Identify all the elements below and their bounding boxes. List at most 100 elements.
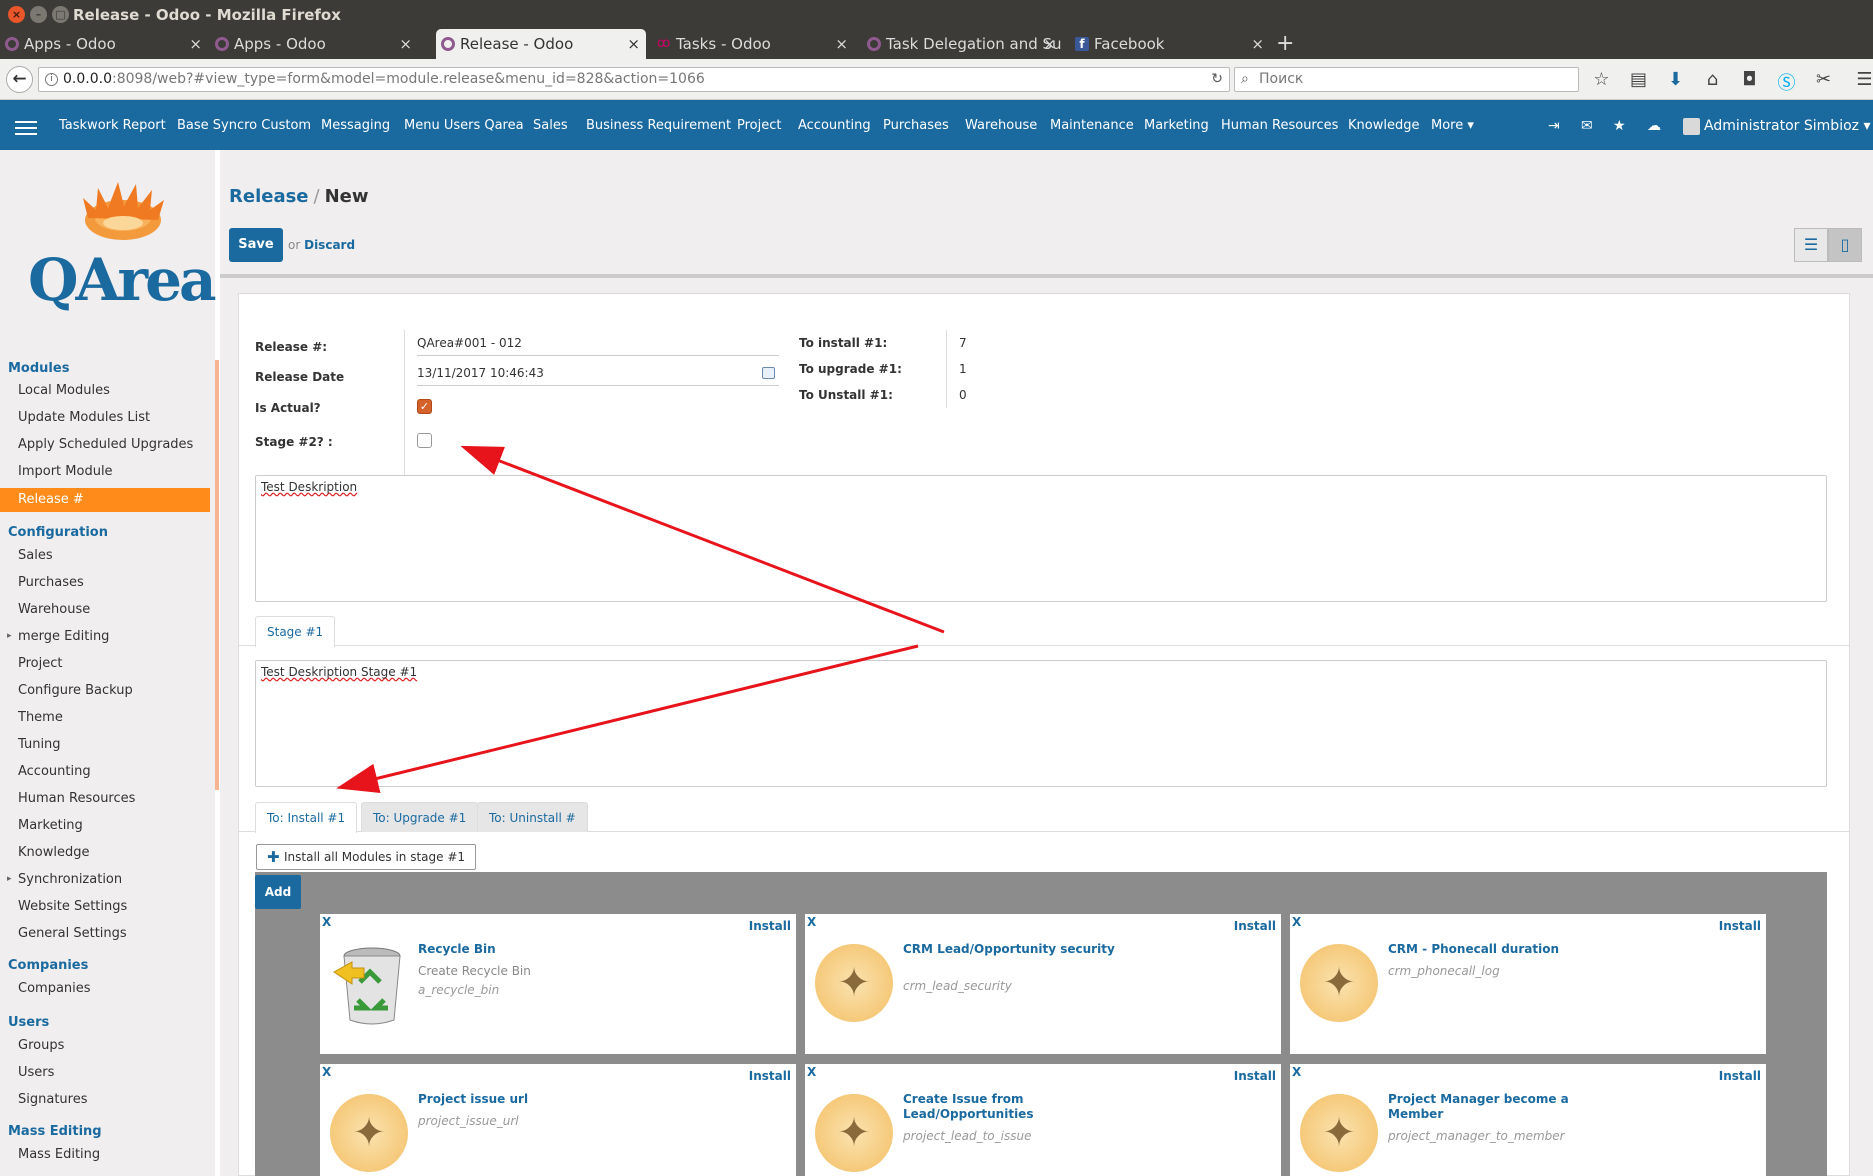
menu-project[interactable]: Project: [737, 100, 781, 152]
card-title[interactable]: Project issue url: [418, 1092, 638, 1107]
form-view-icon[interactable]: ▯: [1828, 228, 1862, 262]
module-card[interactable]: X Install CRM Lead/Opportunity security …: [805, 914, 1281, 1054]
menu-more[interactable]: More ▾: [1431, 100, 1474, 152]
menu-purchases[interactable]: Purchases: [883, 100, 949, 152]
save-button[interactable]: Save: [229, 228, 283, 262]
sidebar-item-companies[interactable]: Companies: [18, 981, 91, 996]
mail-icon[interactable]: ✉: [1581, 100, 1593, 152]
sidebar-item-apply-scheduled-upgrades[interactable]: Apply Scheduled Upgrades: [18, 437, 193, 452]
discard-button[interactable]: Discard: [304, 238, 355, 252]
menu-icon[interactable]: ☰: [1853, 69, 1873, 95]
remove-card-icon[interactable]: X: [1292, 915, 1301, 929]
sidebar-item-tuning[interactable]: Tuning: [18, 737, 61, 752]
add-button[interactable]: Add: [255, 875, 301, 909]
remove-card-icon[interactable]: X: [807, 915, 816, 929]
install-all-modules-button[interactable]: ✚ Install all Modules in stage #1: [256, 844, 477, 870]
module-card[interactable]: X Install CRM - Phonecall duration crm_p…: [1290, 914, 1766, 1054]
tab-close-icon[interactable]: ×: [627, 29, 640, 59]
tab-to-install[interactable]: To: Install #1: [255, 802, 358, 833]
window-maximize-button[interactable]: □: [52, 6, 69, 23]
stage2-checkbox[interactable]: [417, 433, 432, 448]
sidebar-item-general-settings[interactable]: General Settings: [18, 926, 127, 941]
menu-human-resources[interactable]: Human Resources: [1221, 100, 1338, 152]
menu-messaging[interactable]: Messaging: [321, 100, 390, 152]
download-icon[interactable]: ⬇: [1664, 69, 1687, 95]
menu-warehouse[interactable]: Warehouse: [965, 100, 1037, 152]
search-input[interactable]: ⌕ Поиск: [1234, 67, 1579, 92]
is-actual-checkbox[interactable]: ✓: [417, 399, 432, 414]
sidebar-item-theme[interactable]: Theme: [18, 710, 63, 725]
apps-menu-icon[interactable]: [15, 121, 37, 139]
tab-to-uninstall[interactable]: To: Uninstall #: [477, 802, 588, 832]
reload-icon[interactable]: ↻: [1211, 68, 1223, 91]
tab-close-icon[interactable]: ×: [1251, 29, 1264, 59]
back-arrow-icon[interactable]: ←: [6, 66, 33, 93]
sidebar-item-mass-editing[interactable]: Mass Editing: [18, 1147, 100, 1162]
module-card[interactable]: X Install Recycle Bin Create Recycle Bin…: [320, 914, 796, 1054]
sidebar-item-signatures[interactable]: Signatures: [18, 1092, 88, 1107]
install-link[interactable]: Install: [1234, 1069, 1276, 1083]
stage-description-textarea[interactable]: Test Deskription Stage #1: [255, 660, 1827, 787]
release-number-field[interactable]: QArea#001 - 012: [417, 332, 779, 356]
sidebar-item-website-settings[interactable]: Website Settings: [18, 899, 127, 914]
pocket-icon[interactable]: ◘: [1738, 69, 1761, 95]
breadcrumb-release-link[interactable]: Release: [229, 186, 309, 207]
sidebar-item-accounting[interactable]: Accounting: [18, 764, 91, 779]
tab-close-icon[interactable]: ×: [399, 29, 412, 59]
card-title[interactable]: CRM - Phonecall duration: [1388, 942, 1608, 957]
remove-card-icon[interactable]: X: [322, 1065, 331, 1079]
install-link[interactable]: Install: [749, 919, 791, 933]
sidebar-item-synchronization[interactable]: Synchronization: [7, 872, 122, 887]
sidebar-item-sales[interactable]: Sales: [18, 548, 53, 563]
sidebar-scrollbar[interactable]: [215, 360, 219, 790]
menu-business-requirement[interactable]: Business Requirement: [586, 100, 731, 152]
window-minimize-button[interactable]: –: [30, 6, 47, 23]
browser-tab-apps-1[interactable]: Apps - Odoo ×: [0, 29, 208, 59]
url-bar[interactable]: i 0.0.0.0:8098/web?#view_type=form&model…: [38, 67, 1230, 92]
sidebar-item-configure-backup[interactable]: Configure Backup: [18, 683, 133, 698]
sidebar-item-import-module[interactable]: Import Module: [18, 464, 113, 479]
menu-sales[interactable]: Sales: [533, 100, 568, 152]
chat-icon[interactable]: ☁: [1647, 100, 1661, 152]
card-title[interactable]: Create Issue from Lead/Opportunities: [903, 1092, 1123, 1122]
user-menu[interactable]: Administrator Simbioz ▾: [1683, 100, 1870, 152]
tab-to-upgrade[interactable]: To: Upgrade #1: [361, 802, 479, 832]
browser-tab-release[interactable]: Release - Odoo ×: [436, 29, 646, 59]
card-title[interactable]: Project Manager become a Member: [1388, 1092, 1608, 1122]
install-link[interactable]: Install: [1234, 919, 1276, 933]
card-title[interactable]: Recycle Bin: [418, 942, 638, 957]
info-icon[interactable]: i: [45, 73, 58, 86]
sidebar-item-local-modules[interactable]: Local Modules: [18, 383, 110, 398]
menu-knowledge[interactable]: Knowledge: [1348, 100, 1419, 152]
remove-card-icon[interactable]: X: [322, 915, 331, 929]
menu-maintenance[interactable]: Maintenance: [1050, 100, 1134, 152]
menu-base-syncro-custom[interactable]: Base Syncro Custom: [177, 100, 311, 152]
sidebar-item-update-modules-list[interactable]: Update Modules List: [18, 410, 150, 425]
list-view-icon[interactable]: ☰: [1794, 228, 1828, 262]
sidebar-item-marketing[interactable]: Marketing: [18, 818, 83, 833]
remove-card-icon[interactable]: X: [807, 1065, 816, 1079]
menu-taskwork-report[interactable]: Taskwork Report: [59, 100, 166, 152]
window-close-button[interactable]: ×: [8, 6, 25, 23]
tab-close-icon[interactable]: ×: [189, 29, 202, 59]
sidebar-item-project[interactable]: Project: [18, 656, 62, 671]
sidebar-item-warehouse[interactable]: Warehouse: [18, 602, 90, 617]
browser-tab-facebook[interactable]: f Facebook ×: [1070, 29, 1270, 59]
new-tab-button[interactable]: +: [1276, 29, 1294, 59]
module-card[interactable]: X Install Project Manager become a Membe…: [1290, 1064, 1766, 1176]
remove-card-icon[interactable]: X: [1292, 1065, 1301, 1079]
bookmark-star-icon[interactable]: ☆: [1590, 69, 1613, 95]
description-textarea[interactable]: Test Deskription: [255, 475, 1827, 602]
sidebar-item-groups[interactable]: Groups: [18, 1038, 64, 1053]
tab-close-icon[interactable]: ×: [1043, 29, 1056, 59]
screenshot-icon[interactable]: ✂: [1812, 69, 1835, 95]
sidebar-item-release[interactable]: Release #: [0, 488, 210, 512]
menu-marketing[interactable]: Marketing: [1144, 100, 1209, 152]
signout-icon[interactable]: ⇥: [1548, 100, 1560, 152]
tab-stage-1[interactable]: Stage #1: [255, 616, 336, 647]
install-link[interactable]: Install: [1719, 1069, 1761, 1083]
install-link[interactable]: Install: [1719, 919, 1761, 933]
browser-tab-apps-2[interactable]: Apps - Odoo ×: [210, 29, 418, 59]
sidebar-item-users[interactable]: Users: [18, 1065, 54, 1080]
menu-accounting[interactable]: Accounting: [798, 100, 871, 152]
